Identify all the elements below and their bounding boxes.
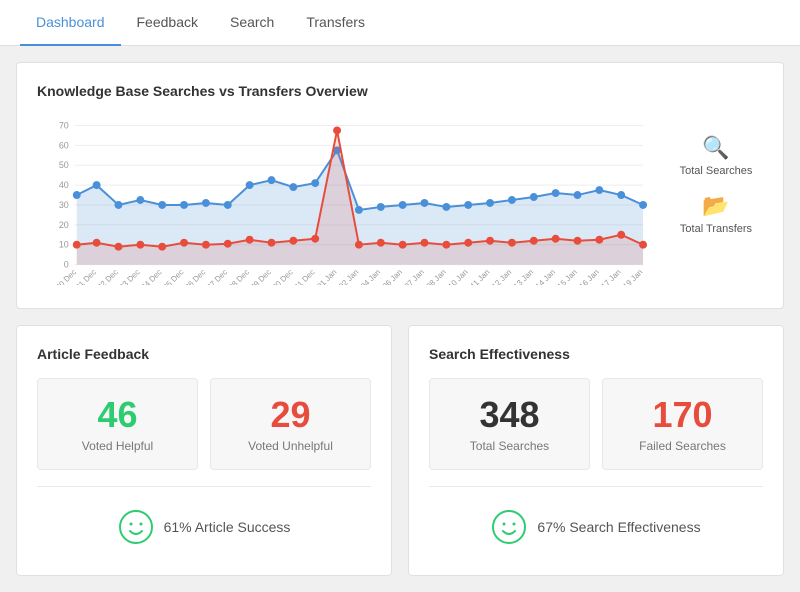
svg-text:28 Dec: 28 Dec — [227, 268, 251, 285]
search-icon: 🔍 — [702, 135, 729, 161]
voted-helpful-number: 46 — [50, 395, 185, 435]
legend-searches-label: Total Searches — [680, 165, 753, 177]
transfer-icon: 📂 — [702, 193, 729, 219]
chart-svg: 70 60 50 40 30 20 10 0 — [37, 115, 653, 285]
tab-bar: Dashboard Feedback Search Transfers — [0, 0, 800, 46]
svg-text:06 Jan: 06 Jan — [381, 268, 404, 285]
svg-text:30 Dec: 30 Dec — [271, 268, 295, 285]
svg-text:70: 70 — [59, 120, 69, 130]
tab-search[interactable]: Search — [214, 0, 290, 46]
svg-text:60: 60 — [59, 140, 69, 150]
search-effectiveness-title: Search Effectiveness — [429, 346, 763, 362]
svg-text:14 Jan: 14 Jan — [534, 268, 557, 285]
article-feedback-title: Article Feedback — [37, 346, 371, 362]
chart-wrapper: 70 60 50 40 30 20 10 0 — [37, 115, 763, 288]
svg-text:10: 10 — [59, 240, 69, 250]
tab-feedback[interactable]: Feedback — [121, 0, 214, 46]
svg-text:02 Jan: 02 Jan — [337, 268, 360, 285]
voted-unhelpful-box: 29 Voted Unhelpful — [210, 378, 371, 470]
total-searches-box: 348 Total Searches — [429, 378, 590, 470]
voted-helpful-box: 46 Voted Helpful — [37, 378, 198, 470]
article-feedback-card: Article Feedback 46 Voted Helpful 29 Vot… — [16, 325, 392, 576]
search-divider — [429, 486, 763, 487]
chart-area: 70 60 50 40 30 20 10 0 — [37, 115, 653, 288]
svg-text:23 Dec: 23 Dec — [118, 268, 142, 285]
svg-text:27 Dec: 27 Dec — [205, 268, 229, 285]
svg-text:0: 0 — [64, 260, 69, 270]
svg-text:24 Dec: 24 Dec — [139, 268, 163, 285]
svg-text:22 Dec: 22 Dec — [96, 268, 120, 285]
failed-searches-box: 170 Failed Searches — [602, 378, 763, 470]
search-smiley-icon — [491, 509, 527, 545]
feedback-divider — [37, 486, 371, 487]
svg-text:26 Dec: 26 Dec — [183, 268, 207, 285]
svg-text:21 Dec: 21 Dec — [74, 268, 98, 285]
svg-text:13 Jan: 13 Jan — [512, 268, 535, 285]
search-success-row: 67% Search Effectiveness — [429, 499, 763, 555]
chart-legend: 🔍 Total Searches 📂 Total Transfers — [653, 115, 763, 235]
svg-text:10 Jan: 10 Jan — [446, 268, 469, 285]
svg-text:16 Jan: 16 Jan — [578, 268, 601, 285]
chart-card: Knowledge Base Searches vs Transfers Ove… — [16, 62, 784, 309]
bottom-cards-row: Article Feedback 46 Voted Helpful 29 Vot… — [16, 325, 784, 576]
article-feedback-metrics: 46 Voted Helpful 29 Voted Unhelpful — [37, 378, 371, 470]
failed-searches-label: Failed Searches — [615, 439, 750, 453]
main-content: Knowledge Base Searches vs Transfers Ove… — [0, 46, 800, 592]
svg-text:11 Jan: 11 Jan — [469, 268, 492, 285]
svg-text:12 Jan: 12 Jan — [490, 268, 513, 285]
svg-text:07 Jan: 07 Jan — [403, 268, 426, 285]
failed-searches-number: 170 — [615, 395, 750, 435]
total-searches-label: Total Searches — [442, 439, 577, 453]
tab-transfers[interactable]: Transfers — [290, 0, 381, 46]
legend-total-transfers: 📂 Total Transfers — [669, 193, 763, 235]
svg-text:30: 30 — [59, 200, 69, 210]
legend-total-searches: 🔍 Total Searches — [669, 135, 763, 177]
svg-text:31 Dec: 31 Dec — [292, 268, 316, 285]
voted-helpful-label: Voted Helpful — [50, 439, 185, 453]
app-container: Dashboard Feedback Search Transfers Know… — [0, 0, 800, 592]
chart-title: Knowledge Base Searches vs Transfers Ove… — [37, 83, 763, 99]
svg-text:25 Dec: 25 Dec — [161, 268, 185, 285]
voted-unhelpful-number: 29 — [223, 395, 358, 435]
voted-unhelpful-label: Voted Unhelpful — [223, 439, 358, 453]
search-effectiveness-card: Search Effectiveness 348 Total Searches … — [408, 325, 784, 576]
svg-text:04 Jan: 04 Jan — [359, 268, 382, 285]
svg-text:20: 20 — [59, 220, 69, 230]
search-effectiveness-metrics: 348 Total Searches 170 Failed Searches — [429, 378, 763, 470]
svg-text:17 Jan: 17 Jan — [599, 268, 622, 285]
article-success-row: 61% Article Success — [37, 499, 371, 555]
legend-transfers-label: Total Transfers — [680, 223, 752, 235]
tab-dashboard[interactable]: Dashboard — [20, 0, 121, 46]
svg-text:50: 50 — [59, 160, 69, 170]
svg-text:15 Jan: 15 Jan — [556, 268, 579, 285]
search-success-text: 67% Search Effectiveness — [537, 519, 700, 535]
svg-text:40: 40 — [59, 180, 69, 190]
svg-text:08 Jan: 08 Jan — [425, 268, 448, 285]
svg-text:29 Dec: 29 Dec — [249, 268, 273, 285]
total-searches-number: 348 — [442, 395, 577, 435]
article-smiley-icon — [118, 509, 154, 545]
svg-text:19 Jan: 19 Jan — [621, 268, 644, 285]
svg-text:20 Dec: 20 Dec — [54, 268, 78, 285]
svg-text:01 Jan: 01 Jan — [315, 268, 338, 285]
article-success-text: 61% Article Success — [164, 519, 291, 535]
